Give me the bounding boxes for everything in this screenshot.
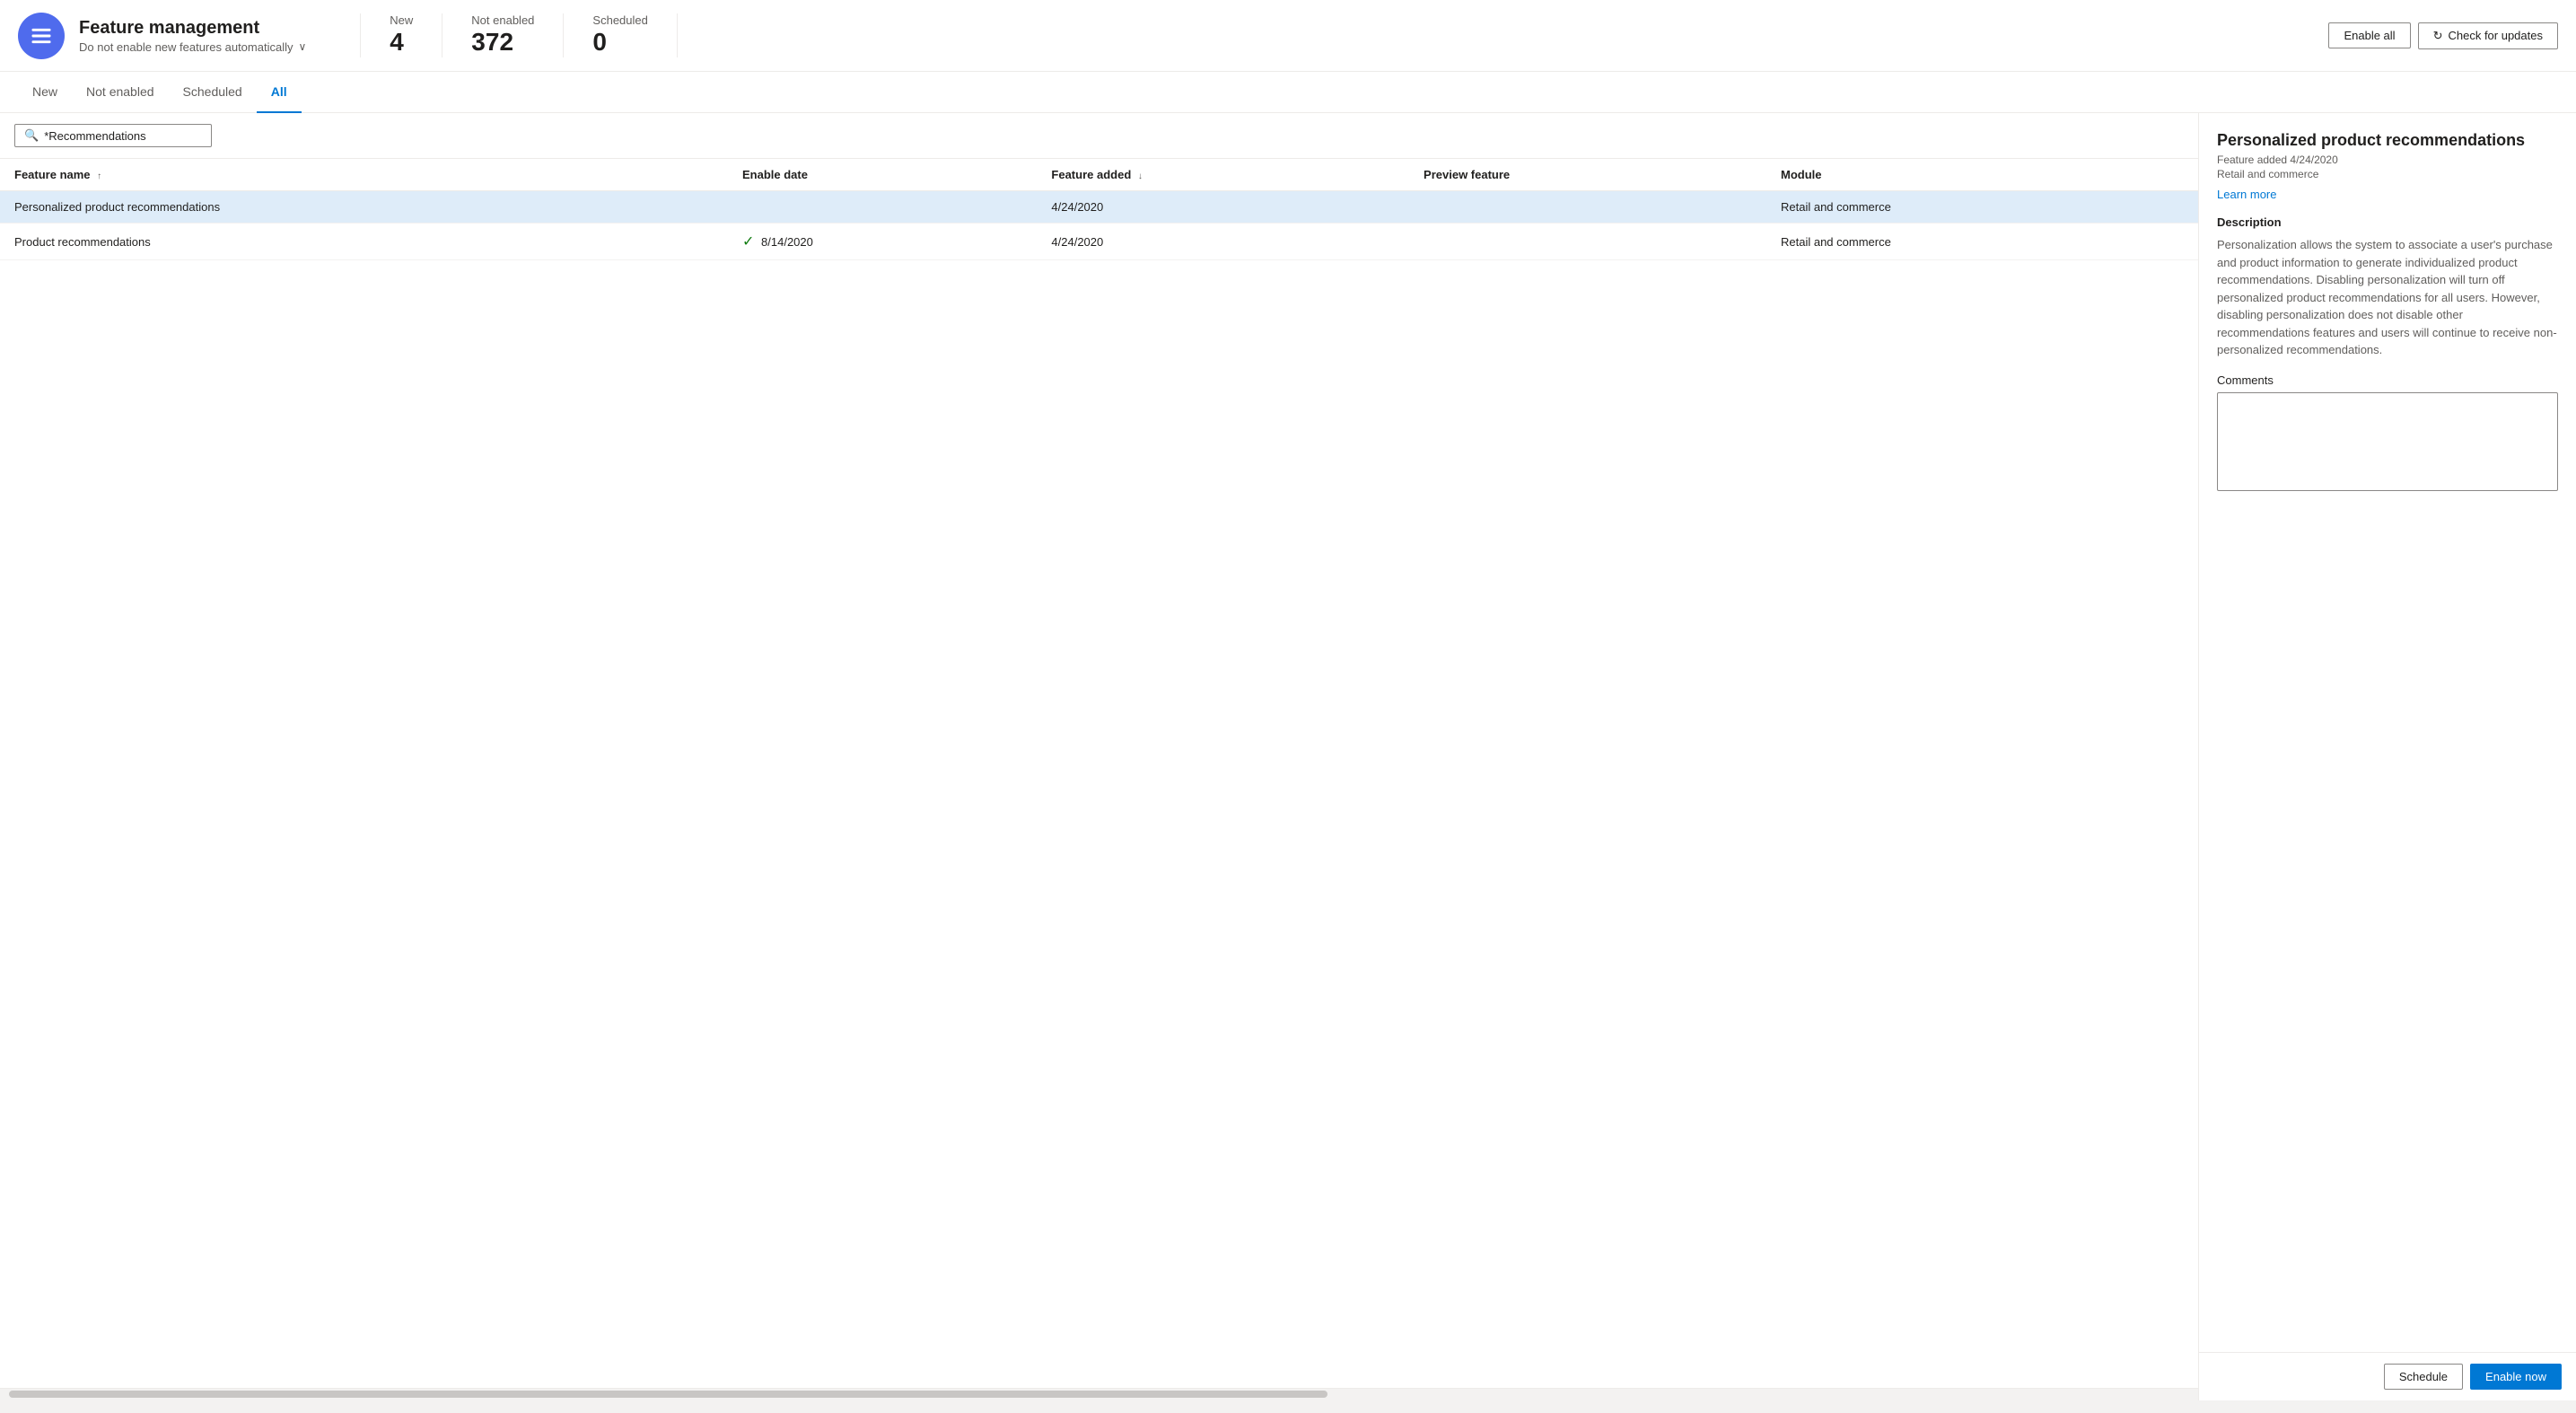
search-bar: 🔍: [0, 113, 2198, 159]
search-icon: 🔍: [24, 128, 39, 143]
stat-new-label: New: [390, 13, 413, 27]
cell-preview-feature: [1409, 224, 1766, 260]
table-header-row: Feature name ↑ Enable date Feature added…: [0, 159, 2198, 191]
cell-enable-date: ✓ 8/14/2020: [728, 224, 1037, 260]
page-title: Feature management: [79, 18, 306, 39]
refresh-icon: ↻: [2433, 29, 2443, 43]
title-block: Feature management Do not enable new fea…: [79, 18, 306, 54]
detail-footer: Schedule Enable now: [2199, 1352, 2576, 1400]
detail-content: Personalized product recommendations Fea…: [2199, 113, 2576, 1352]
table-row[interactable]: Product recommendations ✓ 8/14/2020 4/24…: [0, 224, 2198, 260]
table-wrapper: Feature name ↑ Enable date Feature added…: [0, 159, 2198, 1388]
check-updates-button[interactable]: ↻ Check for updates: [2418, 22, 2558, 49]
stat-scheduled-value: 0: [592, 27, 647, 57]
comments-label: Comments: [2217, 373, 2558, 387]
schedule-button[interactable]: Schedule: [2384, 1364, 2463, 1390]
header-actions: Enable all ↻ Check for updates: [2328, 22, 2558, 49]
search-input[interactable]: [44, 129, 202, 143]
horizontal-scrollbar[interactable]: [0, 1388, 2198, 1400]
col-preview-feature[interactable]: Preview feature: [1409, 159, 1766, 191]
detail-panel: Personalized product recommendations Fea…: [2199, 113, 2576, 1400]
sort-asc-icon: ↑: [97, 171, 101, 181]
features-table: Feature name ↑ Enable date Feature added…: [0, 159, 2198, 260]
cell-preview-feature: [1409, 191, 1766, 224]
cell-module: Retail and commerce: [1766, 191, 2198, 224]
stat-not-enabled: Not enabled 372: [442, 13, 564, 57]
col-module[interactable]: Module: [1766, 159, 2198, 191]
tab-new[interactable]: New: [18, 72, 72, 113]
subtitle-dropdown[interactable]: Do not enable new features automatically…: [79, 40, 306, 54]
cell-feature-added: 4/24/2020: [1037, 191, 1409, 224]
col-feature-name[interactable]: Feature name ↑: [0, 159, 728, 191]
detail-feature-added: Feature added 4/24/2020: [2217, 154, 2558, 166]
check-updates-label: Check for updates: [2448, 29, 2543, 42]
detail-description: Personalization allows the system to ass…: [2217, 236, 2558, 359]
scrollbar-thumb: [9, 1391, 1327, 1398]
tabs-bar: New Not enabled Scheduled All: [0, 72, 2576, 113]
detail-title: Personalized product recommendations: [2217, 131, 2558, 150]
cell-module: Retail and commerce: [1766, 224, 2198, 260]
stat-new: New 4: [361, 13, 442, 57]
table-row[interactable]: Personalized product recommendations 4/2…: [0, 191, 2198, 224]
enable-all-button[interactable]: Enable all: [2328, 22, 2410, 48]
stats-section: New 4 Not enabled 372 Scheduled 0: [360, 13, 678, 57]
chevron-down-icon: ∨: [298, 40, 306, 53]
stat-new-value: 4: [390, 27, 413, 57]
subtitle-text: Do not enable new features automatically: [79, 40, 293, 54]
logo-icon: [29, 23, 54, 48]
description-section-title: Description: [2217, 215, 2558, 229]
header: Feature management Do not enable new fea…: [0, 0, 2576, 72]
stat-not-enabled-value: 372: [471, 27, 534, 57]
cell-enable-date: [728, 191, 1037, 224]
comments-textarea[interactable]: [2217, 392, 2558, 491]
cell-feature-name: Personalized product recommendations: [0, 191, 728, 224]
learn-more-link[interactable]: Learn more: [2217, 188, 2276, 201]
stat-not-enabled-label: Not enabled: [471, 13, 534, 27]
detail-module: Retail and commerce: [2217, 168, 2558, 180]
app-logo: [18, 13, 65, 59]
cell-feature-name: Product recommendations: [0, 224, 728, 260]
col-feature-added[interactable]: Feature added ↓: [1037, 159, 1409, 191]
list-panel: 🔍 Feature name ↑ Enable date: [0, 113, 2199, 1400]
tab-scheduled[interactable]: Scheduled: [169, 72, 257, 113]
col-enable-date[interactable]: Enable date: [728, 159, 1037, 191]
stat-scheduled-label: Scheduled: [592, 13, 647, 27]
cell-feature-added: 4/24/2020: [1037, 224, 1409, 260]
sort-desc-icon: ↓: [1138, 171, 1143, 181]
tab-not-enabled[interactable]: Not enabled: [72, 72, 169, 113]
enable-now-button[interactable]: Enable now: [2470, 1364, 2562, 1390]
check-circle-icon: ✓: [742, 234, 754, 250]
stat-scheduled: Scheduled 0: [564, 13, 677, 57]
search-input-wrapper[interactable]: 🔍: [14, 124, 212, 147]
main-content: 🔍 Feature name ↑ Enable date: [0, 113, 2576, 1400]
tab-all[interactable]: All: [257, 72, 302, 113]
